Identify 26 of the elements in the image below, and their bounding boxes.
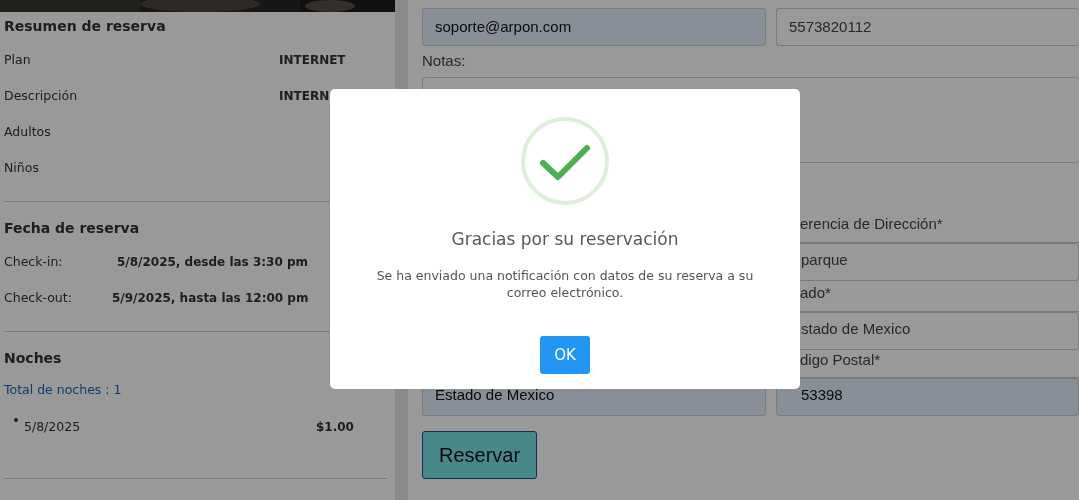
- section-heading: Noches: [4, 349, 63, 368]
- field-value: INTERN: [279, 88, 330, 105]
- section-heading: Resumen de reserva: [4, 17, 167, 36]
- field-label: Niños: [4, 159, 40, 177]
- field-value: 5/9/2025, hasta las 12:00 pm: [112, 290, 309, 307]
- field-value: 5/8/2025, desde las 3:30 pm: [117, 254, 309, 271]
- bullet-icon: [14, 417, 18, 422]
- success-check-icon: [521, 117, 609, 205]
- phone-field[interactable]: 5573820112: [776, 8, 1079, 46]
- nights-total: Total de noches : 1: [4, 381, 123, 399]
- reserve-button[interactable]: Reservar: [422, 430, 538, 479]
- input-field[interactable]: 53398: [776, 377, 1079, 416]
- dialog-message: Se ha enviado una notificación con datos de su reserva a su correo electrónico.: [375, 266, 755, 302]
- night-date: 5/8/2025: [24, 417, 82, 436]
- ok-button[interactable]: OK: [540, 335, 590, 374]
- field-label: Descripción: [4, 87, 79, 105]
- field-label: Plan: [4, 51, 32, 69]
- section-heading: Fecha de reserva: [4, 219, 141, 238]
- field-label: Check-in:: [4, 253, 64, 271]
- field-value: INTERNET: [279, 52, 346, 69]
- email-field[interactable]: soporte@arpon.com: [422, 8, 766, 46]
- night-price: $1.00: [316, 418, 354, 436]
- field-label: Check-out:: [4, 289, 73, 307]
- notes-label: Notas:: [422, 51, 467, 71]
- dialog-title: Gracias por su reservación: [451, 228, 679, 251]
- field-label: Adultos: [4, 123, 52, 141]
